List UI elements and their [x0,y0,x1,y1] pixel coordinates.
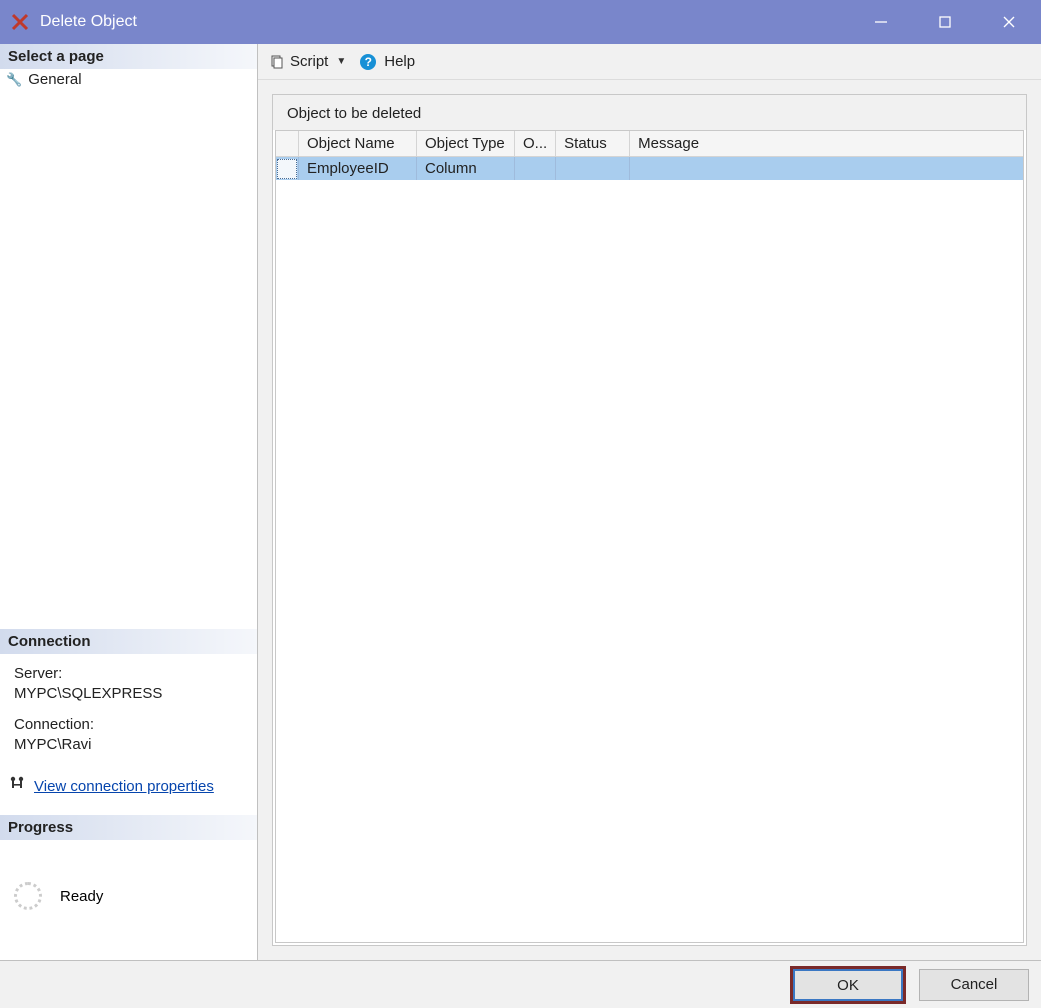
col-object-type[interactable]: Object Type [417,131,515,157]
connection-value: MYPC\Ravi [14,735,243,755]
script-button[interactable]: Script [290,53,328,70]
cell-object-type: Column [417,157,515,181]
cell-object-name: EmployeeID [299,157,417,181]
cell-message [630,157,1023,181]
help-button[interactable]: Help [384,53,415,70]
script-dropdown[interactable]: ▼ [336,56,346,67]
server-value: MYPC\SQLEXPRESS [14,684,243,704]
progress-status: Ready [60,888,103,905]
content: Script ▼ ? Help Object to be deleted [258,44,1041,960]
col-message[interactable]: Message [630,131,1023,157]
row-marker [276,157,299,181]
progress-body: Ready [0,840,257,960]
sidebar: Select a page 🔧 General Connection Serve… [0,44,258,960]
view-connection-properties-link[interactable]: View connection properties [34,778,214,795]
sidebar-item-general[interactable]: 🔧 General [0,69,257,90]
progress-header: Progress [0,815,257,840]
col-owner[interactable]: O... [515,131,556,157]
progress-spinner-icon [14,882,42,910]
cell-status [556,157,630,181]
ok-button[interactable]: OK [793,969,903,1001]
connection-info: Server: MYPC\SQLEXPRESS Connection: MYPC… [0,654,257,771]
select-page-header: Select a page [0,44,257,69]
maximize-button[interactable] [913,0,977,44]
cell-owner [515,157,556,181]
connection-properties-icon [8,775,26,797]
titlebar: Delete Object [0,0,1041,44]
sidebar-item-label: General [28,71,81,88]
window-title: Delete Object [40,13,849,31]
col-status[interactable]: Status [556,131,630,157]
close-button[interactable] [977,0,1041,44]
col-marker [276,131,299,157]
server-label: Server: [14,664,243,684]
cancel-button[interactable]: Cancel [919,969,1029,1001]
help-icon: ? [360,54,376,70]
objects-table: Object Name Object Type O... Status Mess… [276,131,1023,180]
wrench-icon: 🔧 [6,72,22,88]
col-object-name[interactable]: Object Name [299,131,417,157]
delete-icon [10,12,30,32]
toolbar: Script ▼ ? Help [258,44,1041,80]
connection-label: Connection: [14,715,243,735]
table-row[interactable]: EmployeeID Column [276,157,1023,181]
window-controls [849,0,1041,44]
script-icon [270,55,284,69]
connection-header: Connection [0,629,257,654]
footer: OK Cancel [0,960,1041,1008]
minimize-button[interactable] [849,0,913,44]
panel-title: Object to be deleted [273,95,1026,130]
object-panel: Object to be deleted Object Name Object … [272,94,1027,946]
